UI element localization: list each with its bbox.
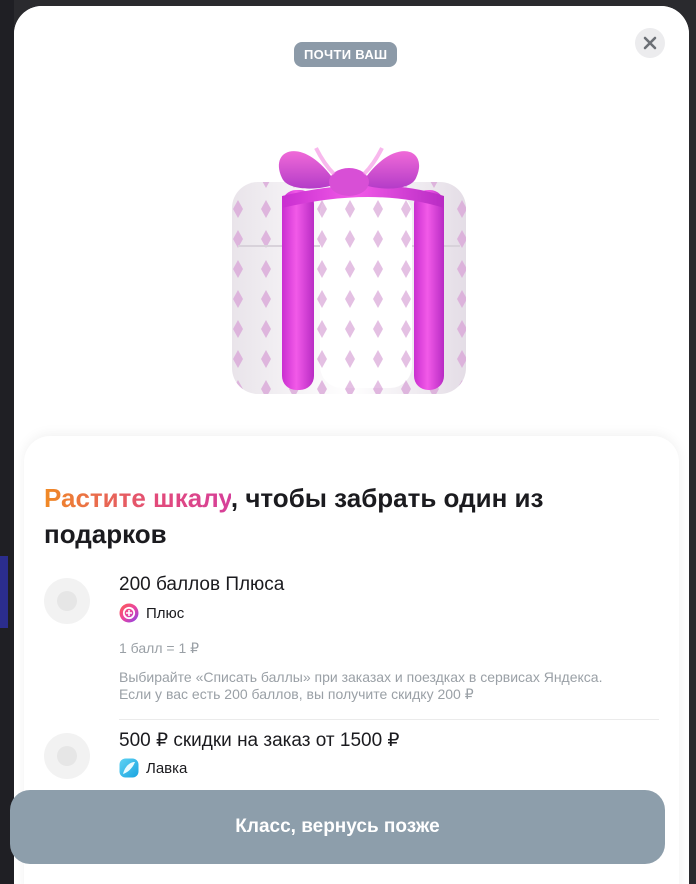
backdrop-accent <box>0 556 8 628</box>
page-title: Растите шкалу, чтобы забрать один из под… <box>44 480 604 552</box>
hero-section: ПОЧТИ ВАШ <box>14 6 689 446</box>
reward-title: 200 баллов Плюса <box>119 574 285 595</box>
brand-label: Лавка <box>146 759 188 777</box>
radio-dot <box>57 746 77 766</box>
reward-brand: Плюс <box>119 603 184 623</box>
reward-description: Выбирайте «Списать баллы» при заказах и … <box>119 669 603 702</box>
close-button[interactable] <box>635 28 665 58</box>
plus-logo-icon <box>119 603 139 623</box>
gift-modal: ПОЧТИ ВАШ Растите шкалу, чтобы забрать о… <box>14 6 689 884</box>
status-badge: ПОЧТИ ВАШ <box>294 42 398 67</box>
radio-dot <box>57 591 77 611</box>
brand-label: Плюс <box>146 604 185 622</box>
reward-brand: Лавка <box>119 758 187 778</box>
radio-button[interactable] <box>44 733 90 779</box>
come-back-later-button[interactable]: Класс, вернусь позже <box>10 790 665 864</box>
reward-option-lavka[interactable]: 500 ₽ скидки на заказ от 1500 ₽ Лавка <box>44 729 660 789</box>
headline-accent: Растите шкалу <box>44 483 231 513</box>
reward-title: 500 ₽ скидки на заказ от 1500 ₽ <box>119 730 400 751</box>
radio-button[interactable] <box>44 578 90 624</box>
close-icon <box>643 36 657 50</box>
gift-image <box>232 147 466 394</box>
lavka-logo-icon <box>119 758 139 778</box>
reward-rate: 1 балл = 1 ₽ <box>119 640 200 656</box>
divider <box>119 719 659 720</box>
reward-option-plus[interactable]: 200 баллов Плюса Плюс 1 балл = 1 ₽ Выбир… <box>44 574 660 714</box>
backdrop <box>0 0 14 884</box>
